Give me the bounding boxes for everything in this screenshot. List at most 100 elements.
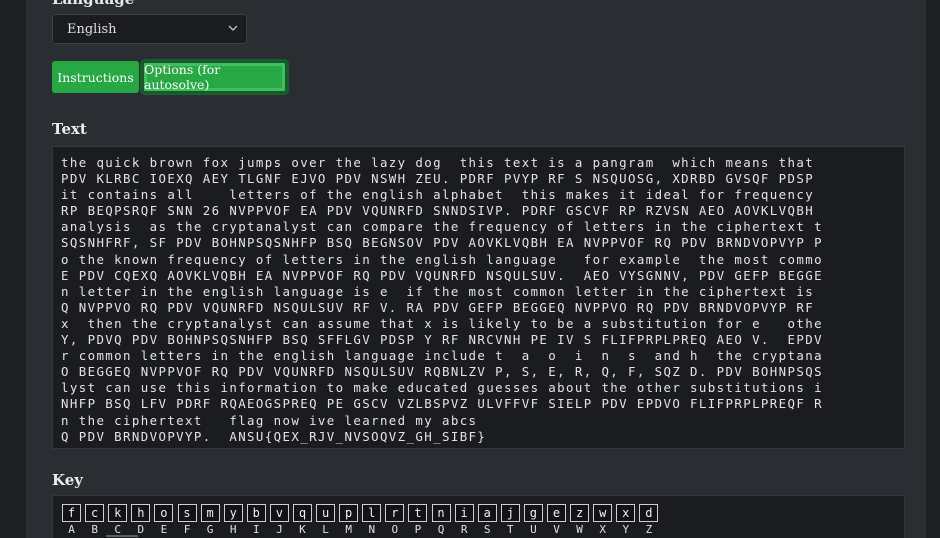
key-cell-r: iR (453, 504, 476, 536)
key-cell-y: xY (614, 504, 637, 536)
text-line: n the ciphertext flag now ive learned my… (61, 412, 478, 428)
key-cell-f: sF (175, 504, 198, 536)
key-grid: fAcBkChDoEsFmGyHbIvJqKuLpMlNrOtPnQiRaSjT… (60, 504, 660, 536)
key-input[interactable]: r (385, 504, 405, 522)
key-input[interactable]: b (246, 504, 266, 522)
key-letter-label: G (206, 523, 214, 536)
key-input[interactable]: g (523, 504, 543, 522)
key-letter-label: E (160, 523, 168, 536)
key-letter-label: S (483, 523, 491, 536)
key-input[interactable]: w (593, 504, 613, 522)
text-line: o the known frequency of letters in the … (61, 251, 823, 267)
key-cell-g: mG (199, 504, 222, 536)
language-select-value: English (67, 22, 117, 37)
key-letter-label: I (252, 523, 260, 536)
key-letter-label: A (68, 523, 75, 536)
key-cell-w: zW (568, 504, 591, 536)
key-letter-label: O (391, 523, 399, 536)
key-cell-p: tP (406, 504, 429, 536)
language-label: Language (52, 0, 134, 8)
key-input[interactable]: n (431, 504, 451, 522)
text-line: RP BEQPSRQF SNN 26 NVPPVOF EA PDV VQUNRF… (61, 203, 815, 219)
key-letter-label: M (345, 523, 352, 536)
key-letter-label: Y (622, 523, 630, 536)
text-line: x then the cryptanalyst can assume that … (61, 315, 823, 331)
key-cell-m: pM (337, 504, 360, 536)
text-line: n letter in the english language is e if… (61, 283, 815, 299)
key-input[interactable]: u (316, 504, 336, 522)
key-cell-a: fA (60, 504, 83, 536)
chevron-down-icon (228, 25, 238, 31)
key-cell-j: vJ (268, 504, 291, 536)
text-line: lyst can use this information to make ed… (61, 380, 823, 396)
text-line: NHFP BSQ LFV PDRF RQAEOGSPREQ PE GSCV VZ… (61, 396, 823, 412)
key-input[interactable]: t (408, 504, 428, 522)
key-letter-label: L (322, 523, 329, 536)
key-letter-label: V (553, 523, 560, 536)
key-letter-label: K (299, 523, 306, 536)
key-cell-h: yH (222, 504, 245, 536)
key-cell-b: cB (83, 504, 106, 536)
text-line: Q PDV BRNDVOPVYP. ANSU{QEX_RJV_NVSOQVZ_G… (61, 428, 487, 444)
text-line: the quick brown fox jumps over the lazy … (61, 155, 815, 170)
key-input[interactable]: p (339, 504, 359, 522)
text-line: O BEGGEQ NVPPVOF RQ PDV VQUNRFD NSQULSUV… (61, 364, 823, 380)
ciphertext-textarea[interactable]: the quick brown fox jumps over the lazy … (52, 146, 905, 449)
key-letter-label: Z (645, 523, 653, 536)
options-autosolve-button[interactable]: Options (for autosolve) (142, 61, 287, 93)
text-line: Y, PDVQ PDV BOHNPSQSNHFP BSQ SFFLGV PDSP… (61, 332, 823, 348)
key-letter-label: Q (437, 523, 445, 536)
key-letter-label: W (576, 523, 583, 536)
key-input[interactable]: c (85, 504, 105, 522)
key-cell-e: oE (152, 504, 175, 536)
key-input[interactable]: a (477, 504, 497, 522)
key-letter-label: R (460, 523, 468, 536)
key-input[interactable]: h (131, 504, 151, 522)
key-input[interactable]: f (62, 504, 82, 522)
key-letter-label: X (599, 523, 607, 536)
key-input[interactable]: k (108, 504, 128, 522)
key-cell-l: uL (314, 504, 337, 536)
key-divider (106, 535, 138, 537)
text-line: analysis as the cryptanalyst can compare… (61, 219, 823, 235)
key-input[interactable]: m (200, 504, 220, 522)
key-input[interactable]: j (500, 504, 520, 522)
key-cell-o: rO (383, 504, 406, 536)
instructions-button[interactable]: Instructions (52, 61, 139, 93)
key-letter-label: D (137, 523, 145, 536)
key-letter-label: H (229, 523, 237, 536)
language-select[interactable]: English (52, 14, 247, 44)
key-input[interactable]: s (177, 504, 197, 522)
key-input[interactable]: d (639, 504, 659, 522)
key-input[interactable]: o (154, 504, 174, 522)
key-input[interactable]: q (292, 504, 312, 522)
key-input[interactable]: y (223, 504, 243, 522)
key-input[interactable]: z (570, 504, 590, 522)
key-letter-label: P (414, 523, 422, 536)
key-letter-label: F (183, 523, 191, 536)
key-cell-q: nQ (430, 504, 453, 536)
key-cell-x: wX (591, 504, 614, 536)
key-letter-label: J (276, 523, 283, 536)
text-section-title: Text (52, 120, 87, 138)
text-line: SQSNHFRF, SF PDV BOHNPSQSNHFP BSQ BEGNSO… (61, 235, 823, 251)
key-cell-z: dZ (637, 504, 660, 536)
key-input[interactable]: v (269, 504, 289, 522)
key-cell-u: gU (522, 504, 545, 536)
text-line: Q NVPPVO RQ PDV VQUNRFD NSQULSUV RF V. R… (61, 299, 815, 315)
key-input[interactable]: i (454, 504, 474, 522)
text-line: it contains all letters of the english a… (61, 187, 815, 203)
key-cell-d: hD (129, 504, 152, 536)
text-line: r common letters in the english language… (61, 348, 823, 364)
key-letter-label: U (530, 523, 537, 536)
key-cell-i: bI (245, 504, 268, 536)
key-cell-n: lN (360, 504, 383, 536)
key-cell-t: jT (499, 504, 522, 536)
key-cell-s: aS (476, 504, 499, 536)
key-input[interactable]: l (362, 504, 382, 522)
text-line: E PDV CQEXQ AOVKLVQBH EA NVPPVOF RQ PDV … (61, 267, 823, 283)
key-input[interactable]: e (547, 504, 567, 522)
key-letter-label: T (507, 523, 514, 536)
key-input[interactable]: x (616, 504, 636, 522)
key-cell-k: qK (291, 504, 314, 536)
